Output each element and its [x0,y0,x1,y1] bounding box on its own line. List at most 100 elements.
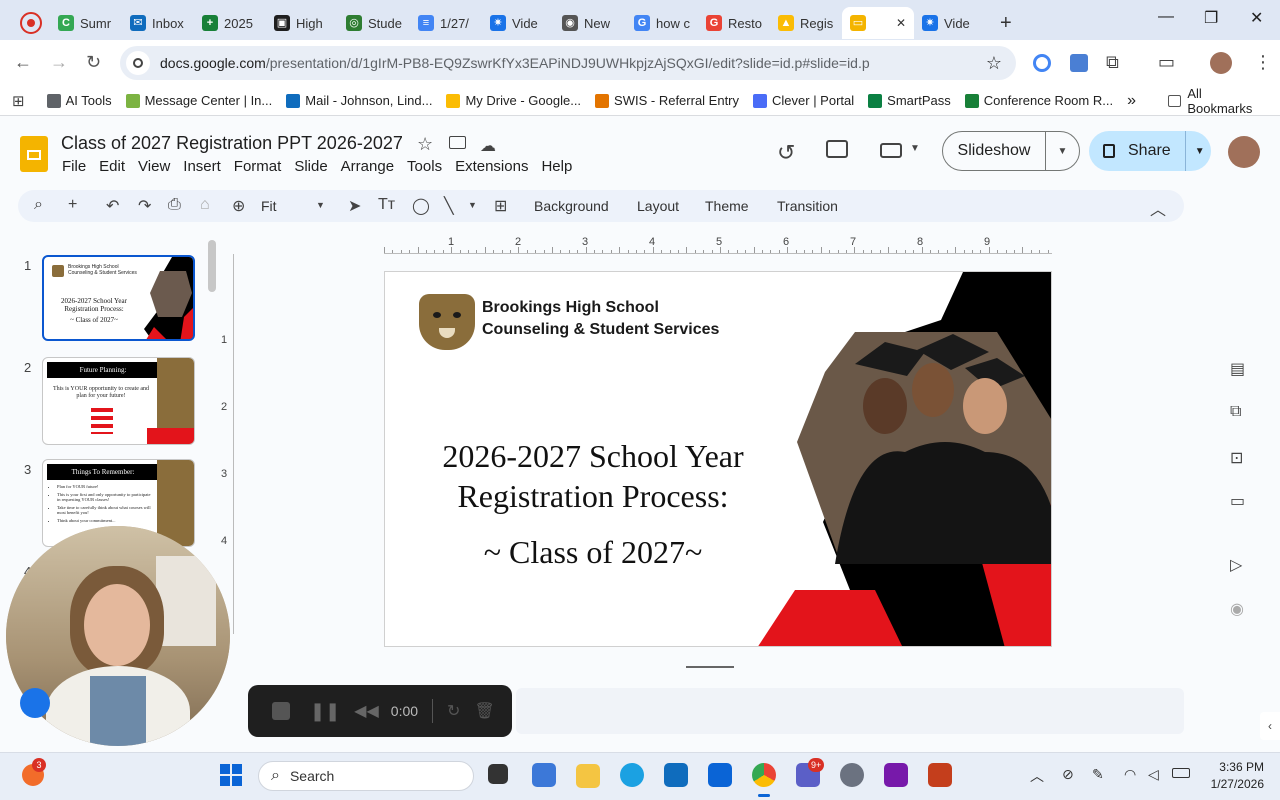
browser-tab[interactable]: ▲ Regis [770,7,842,39]
drive-folder-icon[interactable]: ▭ [1230,491,1245,511]
move-folder-icon[interactable] [449,136,466,149]
vpn-icon[interactable]: ⊘ [1062,766,1074,783]
print-icon[interactable]: ⎙ [168,196,181,214]
share-button[interactable]: Share [1128,142,1171,160]
taskbar-search[interactable]: ⌕ Search [258,761,474,791]
pen-icon[interactable]: ✎ [1092,766,1104,783]
collapse-toolbar-icon[interactable]: ︿ [1150,196,1166,220]
close-tab-icon[interactable]: ✕ [896,16,906,30]
bookmark-item[interactable]: SmartPass [868,93,951,108]
slide-thumbnail-1[interactable]: Brookings High School Counseling & Stude… [42,255,195,341]
bookmark-star-icon[interactable]: ☆ [986,53,1002,74]
add-comment-icon[interactable]: ⊞ [494,196,507,216]
line-icon[interactable]: ╲ [444,196,454,216]
contacts-icon[interactable]: ⊡ [1230,448,1243,468]
search-menus-icon[interactable]: ⌕ [34,196,43,214]
browser-tab[interactable]: ✉ Inbox [122,7,194,39]
redo-icon[interactable]: ↷ [138,196,151,216]
file-explorer-icon[interactable] [576,764,600,788]
slides-library-icon[interactable]: ⧉ [1230,403,1241,421]
puzzle-icon[interactable]: ⧉ [1106,52,1119,73]
menu-item[interactable]: Slide [294,158,327,175]
new-slide-icon[interactable]: + [68,196,77,214]
slide-dept-name[interactable]: Counseling & Student Services [482,321,719,339]
menu-item[interactable]: File [62,158,86,175]
account-avatar[interactable] [1228,136,1260,168]
slides-logo-icon[interactable] [20,136,48,172]
slide-title[interactable]: 2026-2027 School Year Registration Proce… [415,436,771,516]
play-video-icon[interactable]: ▷ [1230,555,1242,575]
forward-icon[interactable]: → [50,52,68,73]
extension-circle-icon[interactable] [1033,54,1051,72]
apps-grid-icon[interactable]: ⊞ [12,92,25,110]
restore-icon[interactable]: ❐ [1204,8,1218,28]
browser-tab[interactable]: +2025 [194,7,266,39]
comments-icon[interactable] [826,140,848,158]
menu-item[interactable]: Format [234,158,282,175]
history-icon[interactable]: ↺ [777,140,795,166]
edge-icon[interactable] [620,763,644,787]
slide-thumbnail-2[interactable]: Future Planning: This is YOUR opportunit… [42,357,195,445]
bookmark-item[interactable]: Message Center | In... [125,93,272,108]
slide-subtitle[interactable]: ~ Class of 2027~ [415,534,771,571]
menu-item[interactable]: Edit [99,158,125,175]
minimize-icon[interactable]: — [1158,8,1174,26]
layout-button[interactable]: Layout [637,198,679,214]
menu-item[interactable]: Arrange [341,158,394,175]
select-cursor-icon[interactable]: ➤ [348,196,361,216]
back-icon[interactable]: ← [14,52,32,73]
chrome-menu-icon[interactable]: ⋮ [1254,52,1272,73]
close-window-icon[interactable]: ✕ [1250,8,1263,28]
tray-chevron-icon[interactable]: ︿ [1030,766,1044,786]
battery-icon[interactable] [1172,768,1190,778]
share-dropdown-icon[interactable]: ▼ [1195,146,1205,157]
menu-item[interactable]: View [138,158,170,175]
speaker-notes-area[interactable] [516,688,1184,734]
browser-tab[interactable]: ▭ ✕ [842,7,914,39]
bookmark-item[interactable]: AI Tools [46,93,112,108]
browser-tab[interactable]: G Resto [698,7,770,39]
wifi-icon[interactable]: ◠ [1124,766,1136,783]
paint-format-icon[interactable]: ⌂ [200,196,210,214]
browser-tab[interactable]: C Sumr [50,7,122,39]
expand-panel-icon[interactable]: ‹ [1260,712,1280,740]
zoom-icon[interactable]: ⊕ [232,196,245,216]
notes-resize-handle[interactable] [686,666,734,668]
rewind-icon[interactable]: ◀◀ [354,701,379,721]
pause-icon[interactable]: ❚❚ [310,701,340,722]
menu-item[interactable]: Extensions [455,158,528,175]
bookmark-item[interactable]: Conference Room R... [964,93,1113,108]
bookmark-item[interactable]: Mail - Johnson, Lind... [286,93,432,108]
slide-school-name[interactable]: Brookings High School [482,299,659,317]
settings-icon[interactable] [840,763,864,787]
extension-icon[interactable] [1070,54,1088,72]
browser-tab[interactable]: ◎ Stude [338,7,410,39]
horizontal-ruler[interactable]: 123456789 [384,236,1052,254]
menu-item[interactable]: Insert [183,158,221,175]
transition-button[interactable]: Transition [777,198,838,214]
windows-start-icon[interactable] [220,764,242,786]
store-icon[interactable] [664,763,688,787]
chrome-icon[interactable] [752,763,776,787]
webcam-control-icon[interactable] [20,688,50,718]
new-tab-button[interactable]: + [1000,12,1012,35]
outlook-icon[interactable] [708,763,732,787]
system-clock[interactable]: 3:36 PM 1/27/2026 [1211,759,1264,793]
undo-icon[interactable]: ↶ [106,196,119,216]
background-button[interactable]: Background [534,198,609,214]
site-info-icon[interactable] [126,51,150,75]
meet-camera-icon[interactable] [880,143,902,158]
zoom-select[interactable]: Fit [261,198,277,214]
browser-tab[interactable]: ▣ High [266,7,338,39]
browser-tab[interactable]: ◉ New [554,7,626,39]
meet-dropdown-icon[interactable]: ▼ [910,143,920,154]
menu-item[interactable]: Help [541,158,572,175]
bookmark-item[interactable]: SWIS - Referral Entry [595,93,739,108]
menu-item[interactable]: Tools [407,158,442,175]
restart-icon[interactable]: ↻ [447,701,460,721]
browser-tab[interactable]: ✷ Vide [482,7,554,39]
tab-search-icon[interactable]: ▭ [1158,52,1175,73]
all-bookmarks[interactable]: All Bookmarks [1187,86,1266,116]
slideshow-button[interactable]: Slideshow [943,142,1045,160]
line-dropdown-icon[interactable]: ▼ [468,200,477,210]
